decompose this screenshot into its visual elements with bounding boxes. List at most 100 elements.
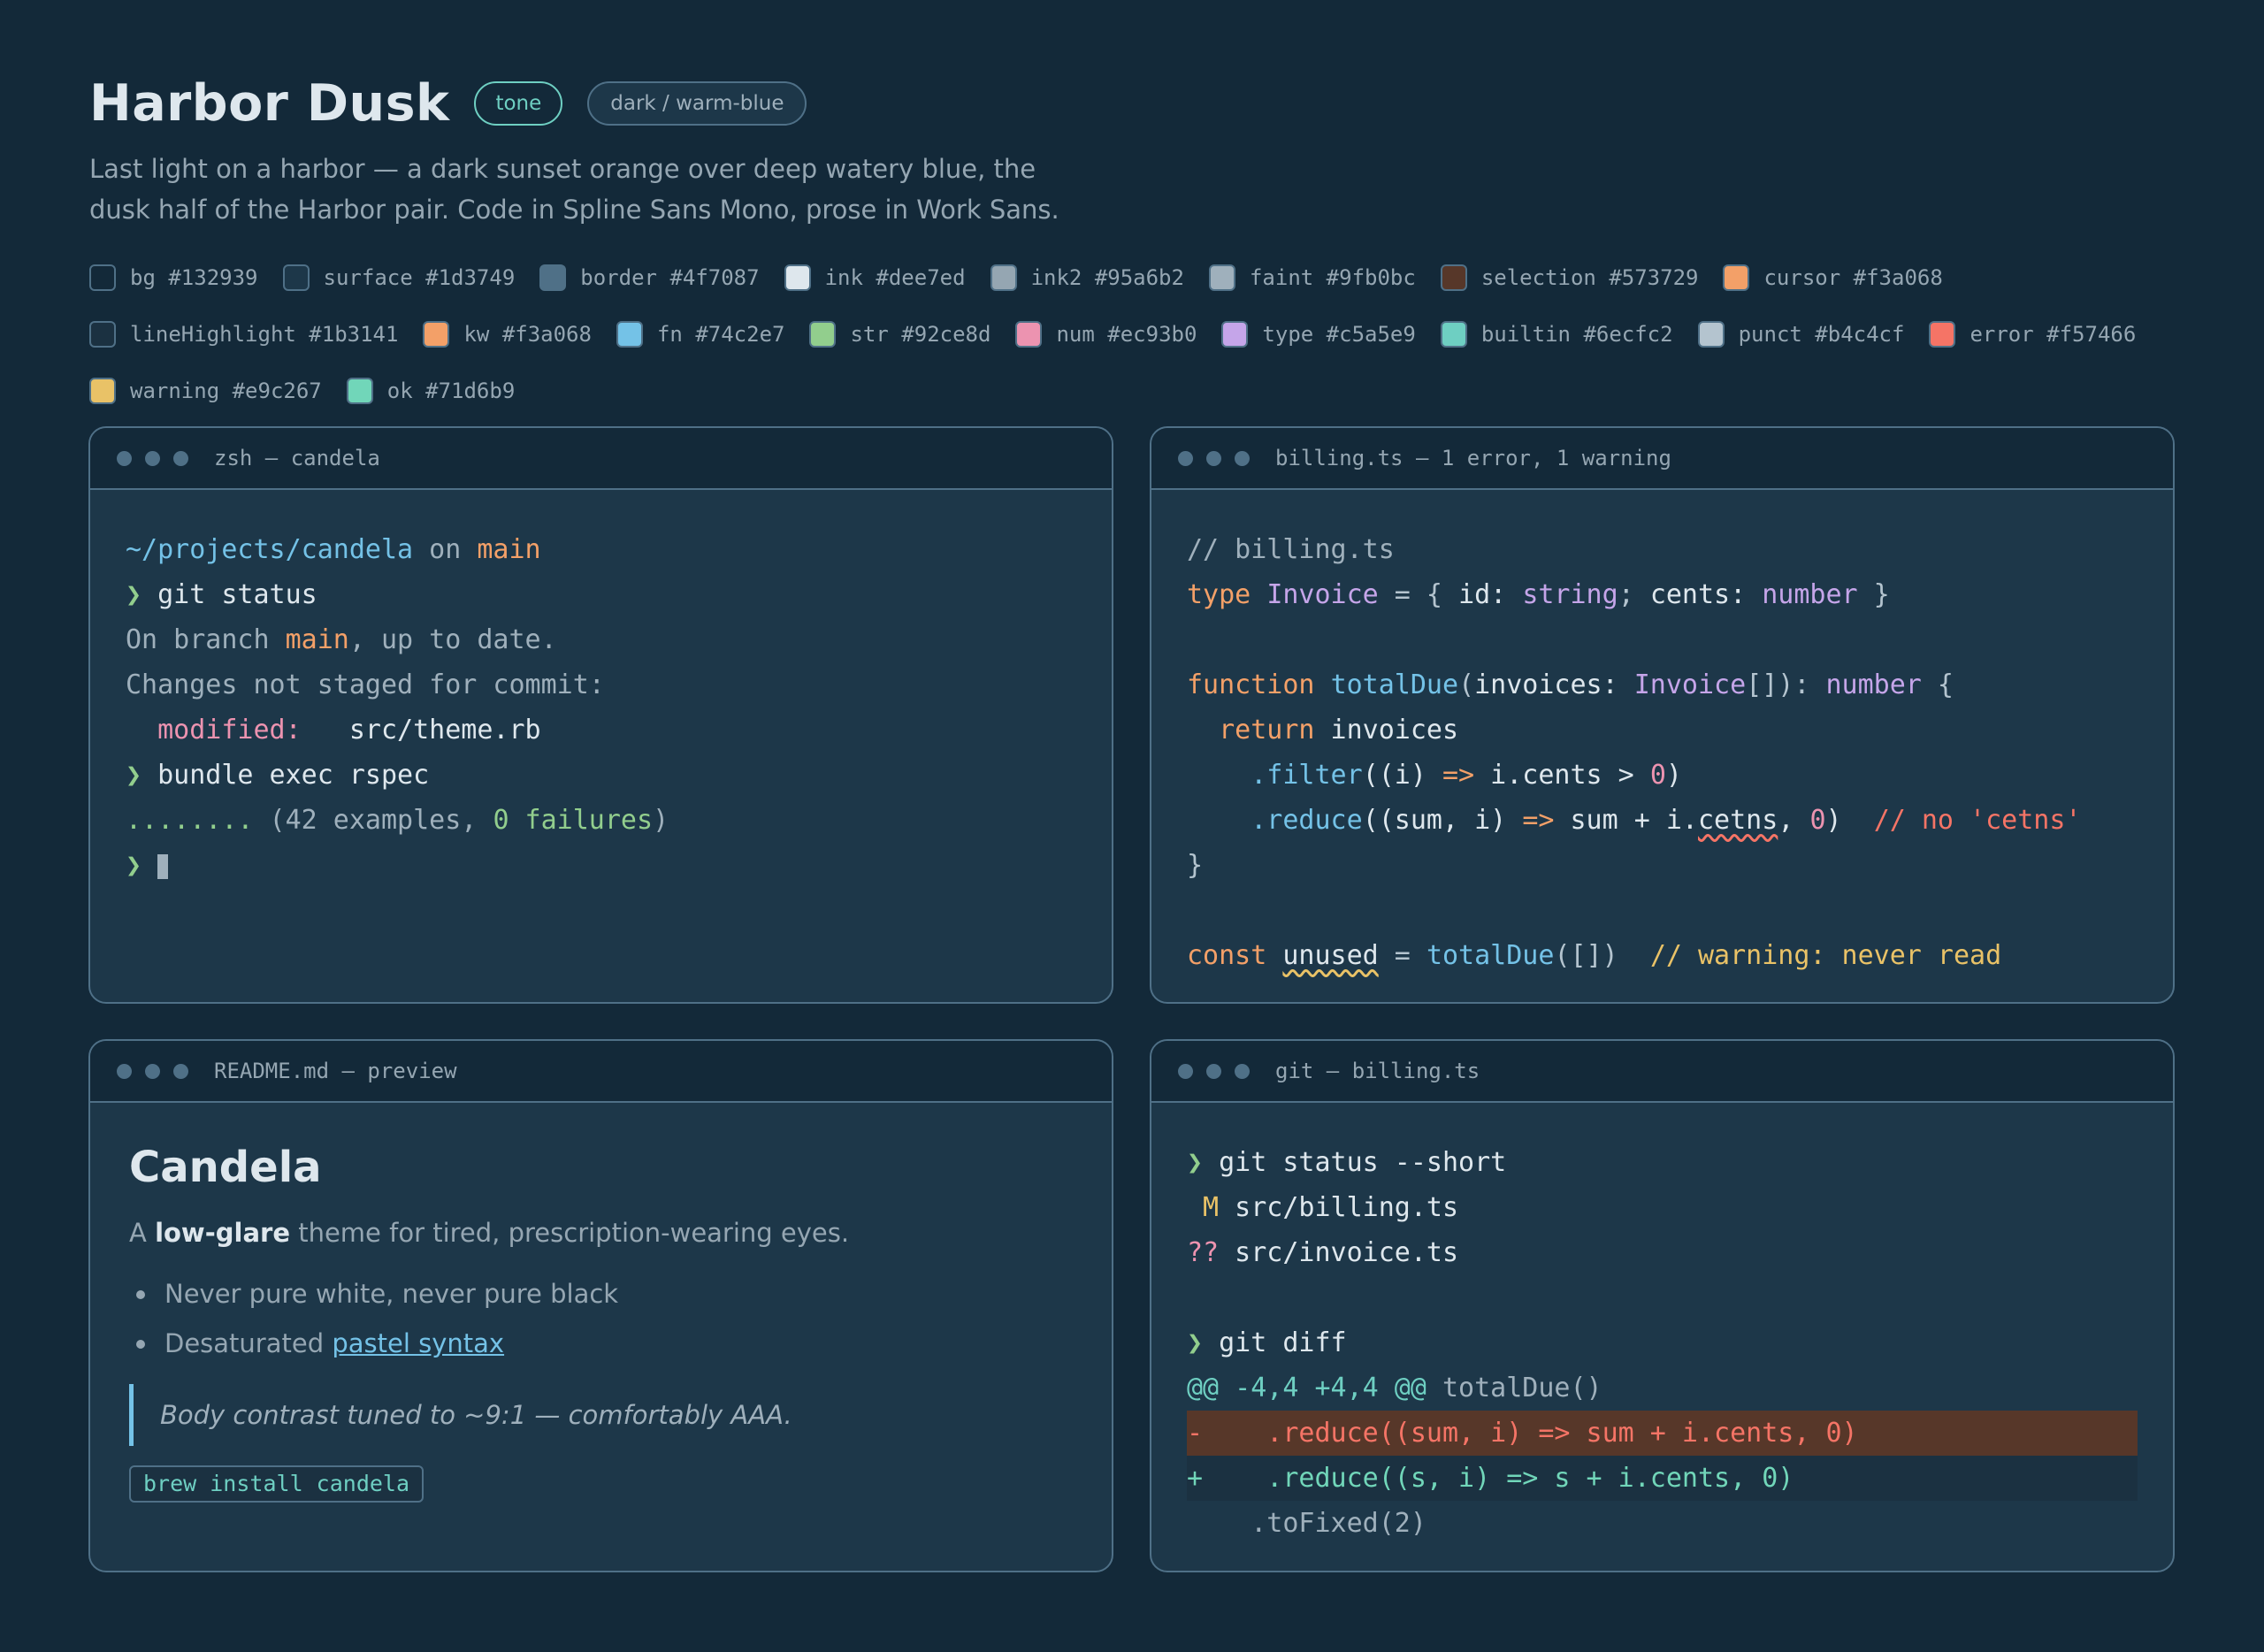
tok: ((sum, i) (1362, 805, 1523, 836)
swatch-ink2: ink2 #95a6b2 (990, 264, 1184, 292)
command: bundle exec rspec (157, 760, 430, 791)
failures-count: 0 failures (493, 805, 654, 836)
terminal-line: ❯ (126, 843, 1112, 888)
theme-description: Last light on a harbor — a dark sunset o… (89, 149, 1239, 230)
command: git status (157, 579, 317, 610)
tok (1187, 760, 1251, 791)
text: A (129, 1218, 156, 1248)
code-line: // billing.ts (1187, 534, 1395, 565)
color-swatch-box (1208, 264, 1235, 291)
git-output[interactable]: ❯ git status --short M src/billing.ts ??… (1151, 1103, 2173, 1546)
swatch-faint: faint #9fb0bc (1208, 264, 1416, 292)
tok: Invoice (1633, 669, 1747, 700)
swatch-name: ok (386, 379, 413, 403)
inline-code: brew install candela (129, 1465, 424, 1503)
readme-panel: README.md — preview Candela A low-glare … (88, 1039, 1113, 1572)
tok: id: (1458, 579, 1523, 610)
window-dot-icon[interactable] (173, 450, 188, 466)
terminal-panel: zsh — candela ~/projects/candela on main… (88, 426, 1113, 1004)
tok: { (1921, 669, 1954, 700)
window-dot-icon[interactable] (145, 1063, 160, 1079)
swatch-hex: #9fb0bc (1326, 265, 1416, 290)
status-flag: M (1187, 1192, 1220, 1223)
diff-hunk-header: @@ -4,4 +4,4 @@ totalDue() (1187, 1365, 2173, 1411)
tok: = { (1378, 579, 1459, 610)
swatch-type: type #c5a5e9 (1221, 320, 1416, 348)
color-swatch-box (1440, 264, 1467, 291)
code-line: type Invoice = { id: string; cents: numb… (1187, 572, 2173, 617)
prompt-icon: ❯ (126, 760, 158, 791)
color-swatch-box (616, 321, 643, 348)
branch-name: main (285, 624, 349, 655)
theme-title: Harbor Dusk (89, 74, 450, 133)
swatch-name: lineHighlight (130, 322, 296, 347)
swatch-name: warning (130, 379, 220, 403)
tok: .reduce (1251, 805, 1363, 836)
window-dot-icon[interactable] (145, 450, 160, 466)
theme-header: Harbor Dusk tone dark / warm-blue Last l… (89, 69, 2176, 230)
terminal-output[interactable]: ~/projects/candela on main ❯ git status … (90, 490, 1112, 888)
error-squiggle[interactable]: cetns (1698, 805, 1778, 836)
tok: cents: (1649, 579, 1763, 610)
title-row: Harbor Dusk tone dark / warm-blue (89, 69, 2176, 138)
swatch-hex: #b4c4cf (1815, 322, 1905, 347)
pastel-syntax-link[interactable]: pastel syntax (332, 1328, 504, 1358)
window-dot-icon[interactable] (1235, 450, 1250, 466)
tok: totalDue (1330, 669, 1459, 700)
tok: = (1378, 940, 1426, 971)
tok: i.cents > (1474, 760, 1650, 791)
tok (1187, 715, 1219, 746)
prompt-icon: ❯ (1187, 1327, 1220, 1358)
text: , up to date. (348, 624, 557, 655)
swatch-name: punct (1738, 322, 1802, 347)
window-dot-icon[interactable] (1206, 1063, 1221, 1079)
status-line: M src/billing.ts (1187, 1185, 2173, 1230)
code-editor[interactable]: // billing.ts type Invoice = { id: strin… (1151, 490, 2173, 978)
swatch-hex: #f3a068 (501, 322, 592, 347)
cursor (157, 853, 169, 879)
color-swatch-box (1440, 321, 1467, 348)
window-dot-icon[interactable] (1178, 450, 1193, 466)
swatch-warning: warning #e9c267 (89, 377, 322, 405)
terminal-line: ❯ bundle exec rspec (126, 753, 1112, 798)
window-dot-icon[interactable] (1178, 1063, 1193, 1079)
blockquote: Body contrast tuned to ~9:1 — comfortabl… (129, 1384, 1112, 1446)
error-comment: // no 'cetns' (1873, 805, 2082, 836)
window-dot-icon[interactable] (173, 1063, 188, 1079)
diff-added-line: + .reduce((s, i) => s + i.cents, 0) (1187, 1456, 2138, 1501)
window-dot-icon[interactable] (1206, 450, 1221, 466)
swatch-hex: #573729 (1609, 265, 1699, 290)
warning-squiggle[interactable]: unused (1282, 940, 1378, 971)
text: On branch (126, 624, 286, 655)
swatch-kw: kw #f3a068 (423, 320, 592, 348)
swatch-fn: fn #74c2e7 (616, 320, 784, 348)
tok: ([]) (1554, 940, 1650, 971)
swatch-selection: selection #573729 (1440, 264, 1699, 292)
swatch-name: cursor (1763, 265, 1841, 290)
window-dot-icon[interactable] (117, 450, 132, 466)
branch-name: main (477, 534, 541, 565)
swatch-hex: #95a6b2 (1094, 265, 1184, 290)
swatch-hex: #6ecfc2 (1583, 322, 1673, 347)
markdown-preview: Candela A low-glare theme for tired, pre… (90, 1103, 1112, 1503)
tok: Invoice (1266, 579, 1379, 610)
tok: ) (1825, 805, 1874, 836)
diff-context-line: .toFixed(2) (1187, 1508, 1426, 1539)
color-swatch-box (89, 321, 116, 348)
window-dot-icon[interactable] (1235, 1063, 1250, 1079)
color-swatch-box (809, 321, 837, 348)
color-swatch-box (346, 378, 373, 404)
swatch-hex: #c5a5e9 (1326, 322, 1416, 347)
swatch-hex: #1b3141 (309, 322, 399, 347)
bold-text: low-glare (155, 1218, 290, 1248)
tok: 0 (1649, 760, 1666, 791)
window-dot-icon[interactable] (117, 1063, 132, 1079)
